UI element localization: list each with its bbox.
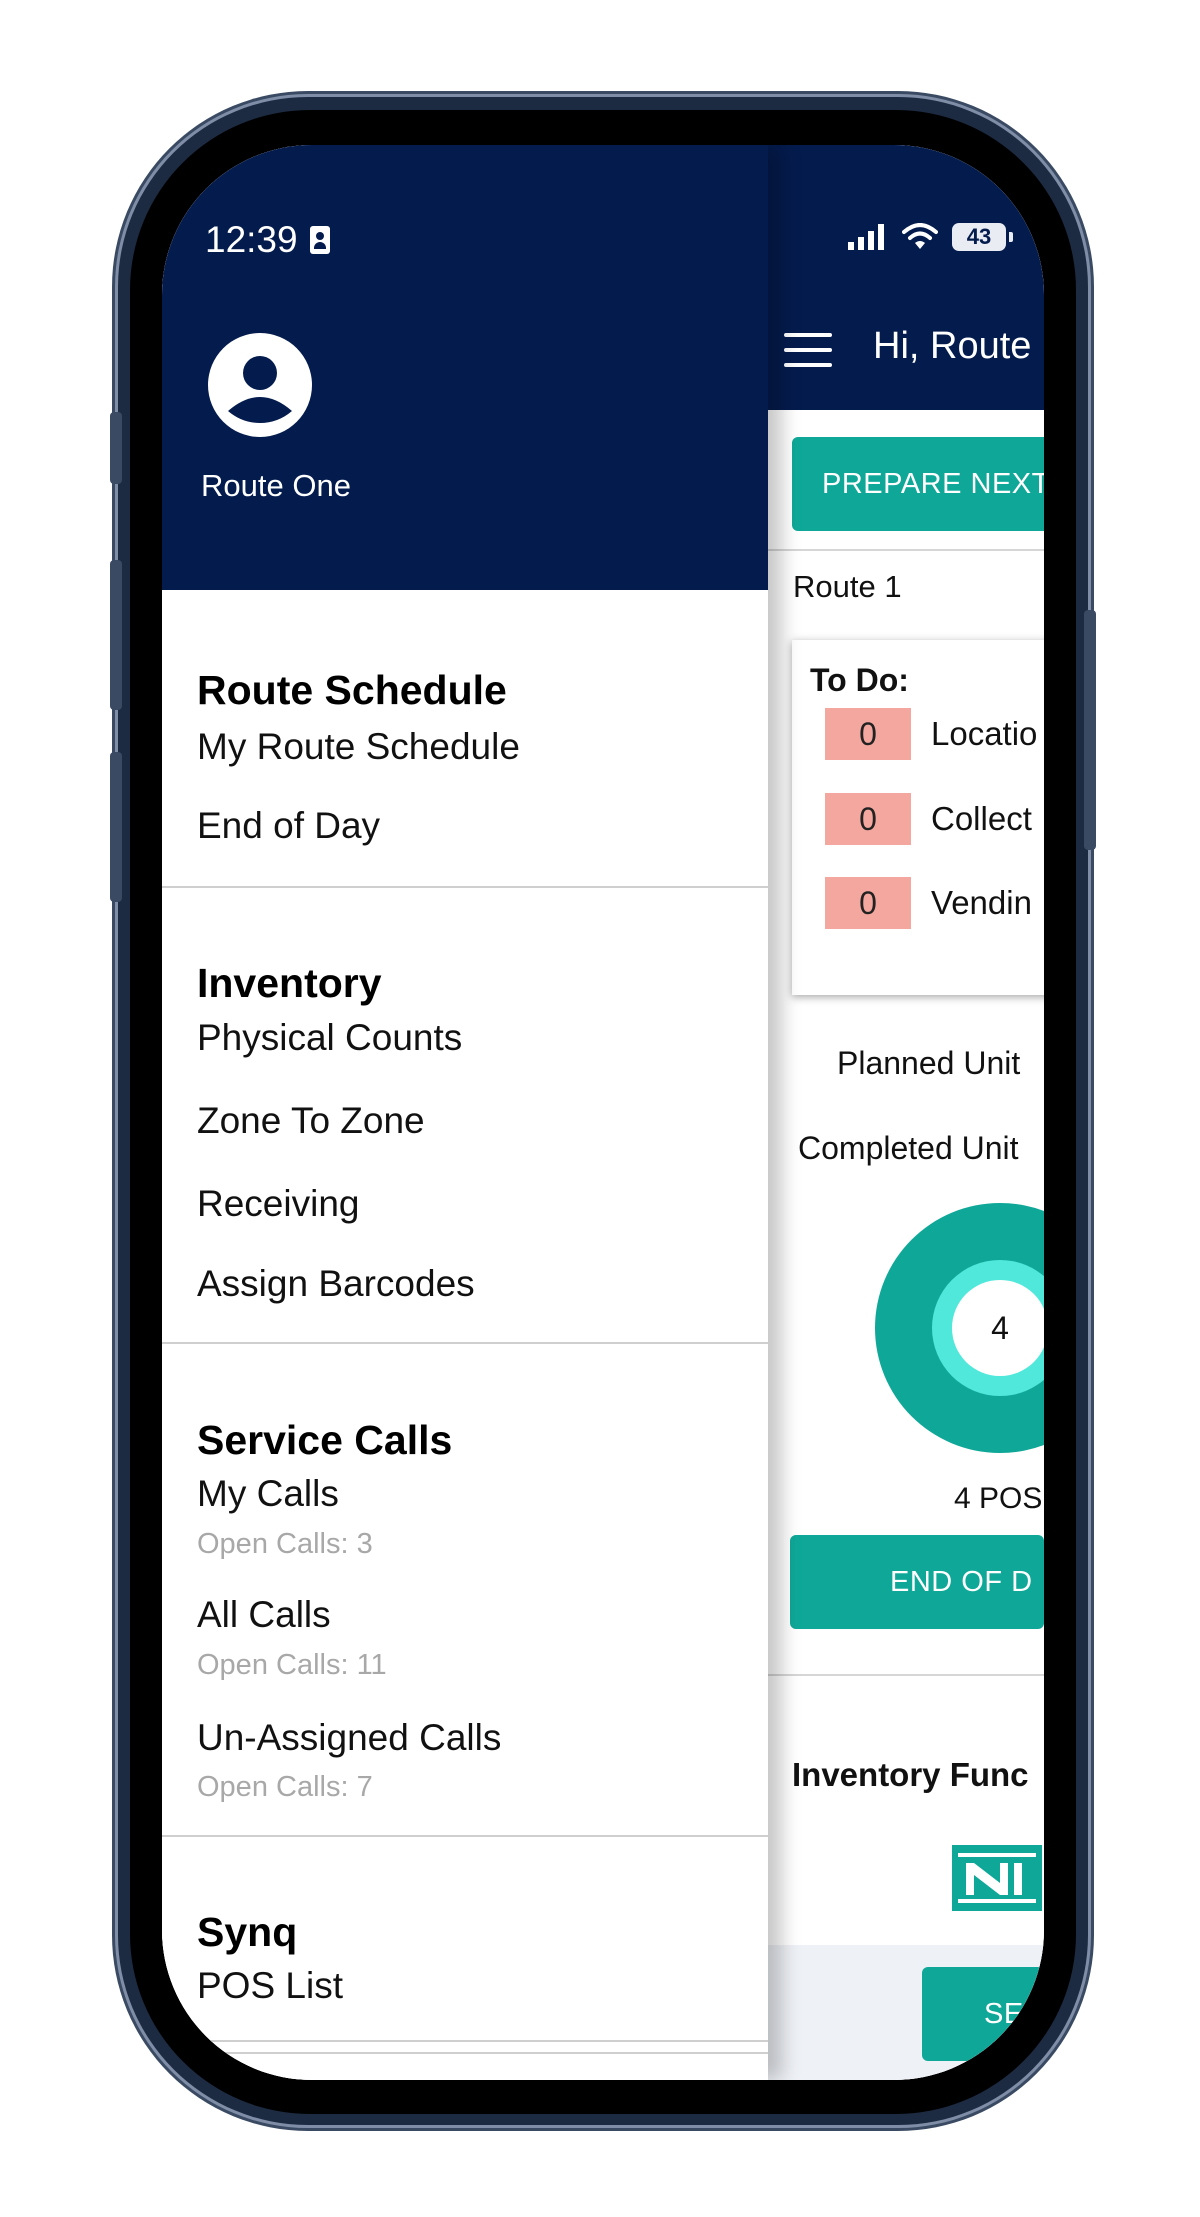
section-synq: Synq	[197, 1909, 298, 1955]
section-divider	[162, 1342, 768, 1344]
section-divider	[162, 886, 768, 888]
menu-item-receiving[interactable]: Receiving	[197, 1183, 359, 1225]
open-calls-count: Open Calls: 3	[197, 1528, 373, 1560]
section-inventory: Inventory	[197, 960, 382, 1006]
todo-label: Collect	[931, 800, 1032, 837]
menu-item-my-calls[interactable]: My Calls	[197, 1473, 339, 1515]
battery-level: 43	[966, 224, 992, 249]
section-service-calls: Service Calls	[197, 1417, 453, 1463]
user-avatar-icon[interactable]	[208, 333, 312, 437]
divider	[768, 549, 1044, 551]
menu-item-all-calls[interactable]: All Calls	[197, 1594, 331, 1636]
todo-row-collections[interactable]: 0 Collect	[825, 793, 1032, 845]
end-of-day-button[interactable]: END OF D	[790, 1535, 1044, 1629]
donut-inner: 4	[932, 1260, 1044, 1396]
menu-item-zone-to-zone[interactable]: Zone To Zone	[197, 1100, 425, 1142]
battery-icon: 43	[952, 223, 1013, 251]
todo-title: To Do:	[810, 662, 909, 698]
menu-item-assign-barcodes[interactable]: Assign Barcodes	[197, 1263, 475, 1305]
time-text: 12:39	[205, 219, 298, 260]
end-of-day-label: END OF D	[890, 1565, 1033, 1598]
progress-donut: 4	[875, 1203, 1044, 1453]
status-time: 12:39	[205, 219, 330, 261]
menu-item-end-of-day[interactable]: End of Day	[197, 805, 380, 847]
contact-card-icon	[309, 226, 330, 254]
company-logo-icon	[952, 1845, 1042, 1911]
inventory-functions-title: Inventory Func	[792, 1756, 1029, 1793]
completed-units: Completed Unit	[798, 1130, 1019, 1166]
navigation-drawer: 12:39 Route One Route Schedule My Route …	[162, 145, 768, 2080]
mute-switch	[110, 412, 122, 484]
divider	[768, 1674, 1044, 1676]
count-badge: 0	[825, 793, 911, 845]
send-button[interactable]: SEN	[922, 1967, 1044, 2061]
greeting-text: Hi, Route	[873, 325, 1032, 367]
todo-label: Locatio	[931, 715, 1038, 752]
phone-screen: 43 Hi, Route PREPARE NEXT Route 1 To Do:…	[162, 145, 1044, 2080]
send-label: SEN	[984, 1997, 1044, 2030]
menu-item-physical-counts[interactable]: Physical Counts	[197, 1017, 462, 1059]
todo-label: Vendin	[931, 884, 1032, 921]
section-divider	[162, 1835, 768, 1837]
section-divider	[162, 2040, 768, 2042]
user-name: Route One	[201, 468, 351, 503]
wifi-icon	[902, 223, 938, 249]
menu-item-unassigned-calls[interactable]: Un-Assigned Calls	[197, 1717, 501, 1759]
signal-icon	[848, 224, 884, 250]
todo-row-locations[interactable]: 0 Locatio	[825, 708, 1037, 760]
menu-item-my-route-schedule[interactable]: My Route Schedule	[197, 726, 520, 768]
count-badge: 0	[825, 708, 911, 760]
prepare-next-button[interactable]: PREPARE NEXT	[792, 437, 1044, 531]
open-calls-count: Open Calls: 7	[197, 1771, 373, 1803]
menu-item-pos-list[interactable]: POS List	[197, 1965, 343, 2007]
pos-count: 4 POS	[954, 1482, 1043, 1515]
status-icons: 43	[848, 223, 1013, 251]
open-calls-count: Open Calls: 11	[197, 1649, 387, 1681]
power-button	[1084, 610, 1096, 850]
todo-row-vending[interactable]: 0 Vendin	[825, 877, 1032, 929]
volume-up-button	[110, 560, 122, 710]
count-badge: 0	[825, 877, 911, 929]
menu-icon[interactable]	[784, 333, 832, 367]
section-route-schedule: Route Schedule	[197, 667, 507, 713]
volume-down-button	[110, 752, 122, 902]
route-label: Route 1	[793, 569, 902, 604]
donut-value: 4	[952, 1280, 1044, 1376]
section-divider	[162, 2052, 768, 2054]
planned-units: Planned Unit	[837, 1045, 1021, 1081]
prepare-next-label: PREPARE NEXT	[822, 467, 1044, 500]
